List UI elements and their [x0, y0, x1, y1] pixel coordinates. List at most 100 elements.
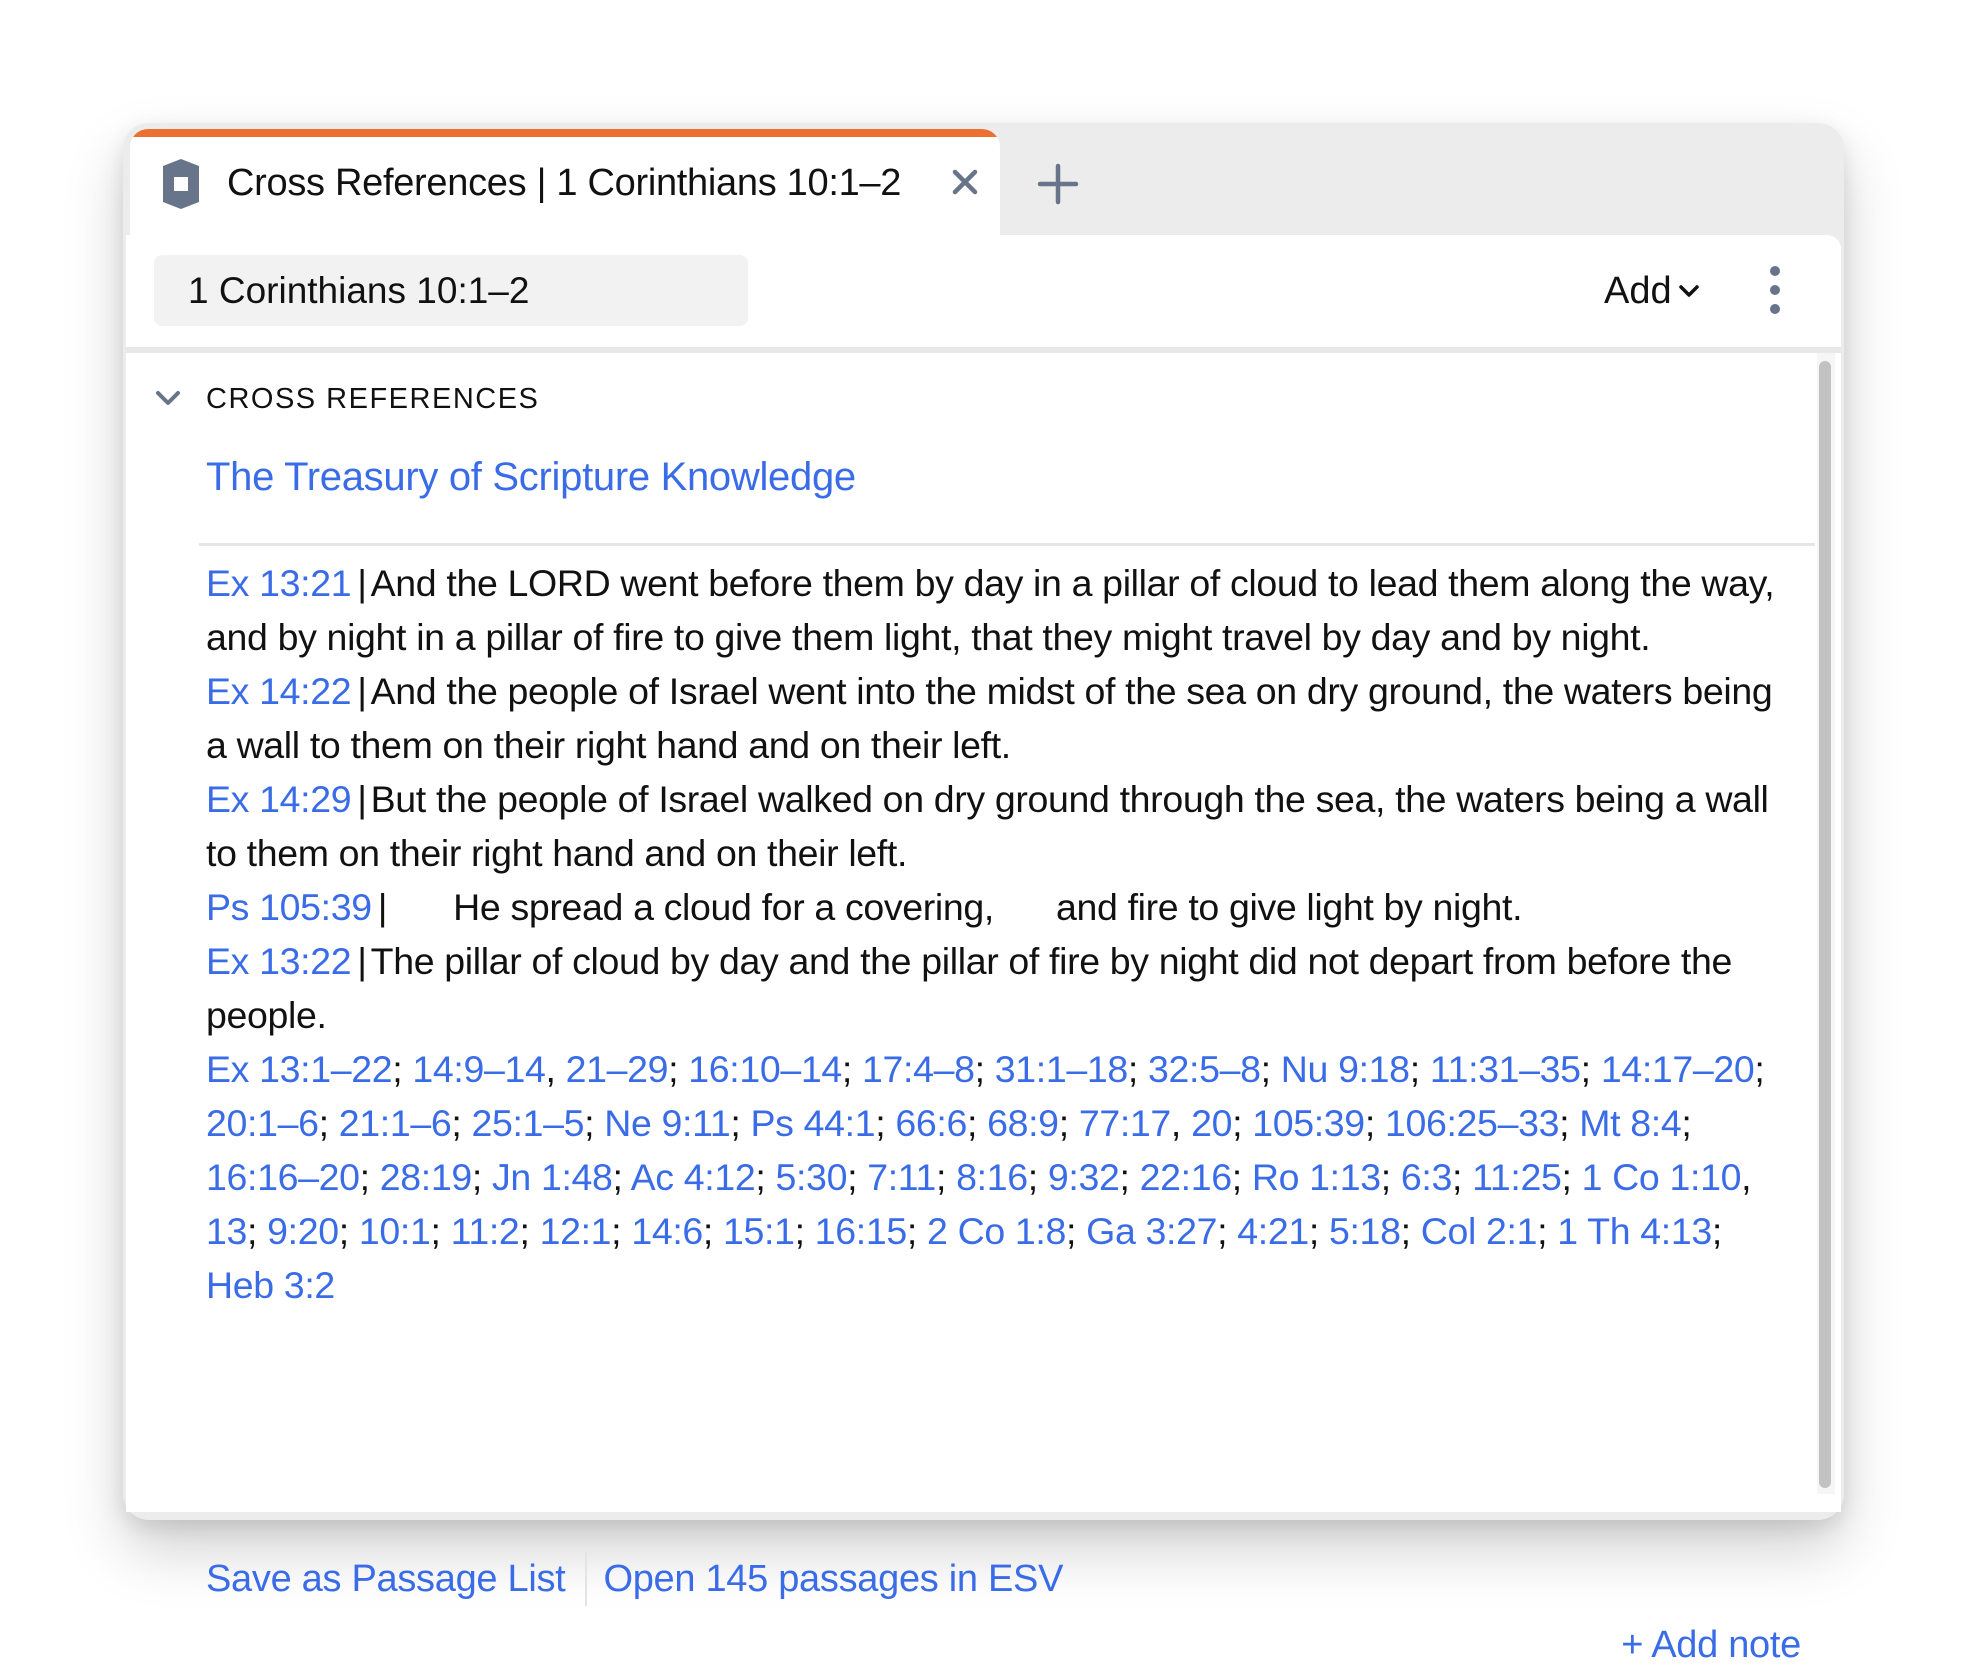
plus-icon[interactable]: [1035, 161, 1081, 207]
reference-link[interactable]: 6:3: [1401, 1156, 1452, 1198]
verse-entry: Ex 13:21 | And the LORD went before them b…: [206, 556, 1786, 664]
reference-punctuation: ;: [794, 1210, 815, 1252]
reference-punctuation: ;: [1380, 1156, 1401, 1198]
verse-text: The pillar of cloud by day and the pilla…: [206, 940, 1732, 1036]
reference-link[interactable]: 11:25: [1472, 1156, 1562, 1198]
reference-link[interactable]: 13: [206, 1210, 247, 1252]
resource-hexagon-icon: [163, 159, 199, 209]
reference-link[interactable]: 15:1: [723, 1210, 795, 1252]
reference-link[interactable]: 5:18: [1329, 1210, 1401, 1252]
reference-link[interactable]: 9:32: [1048, 1156, 1120, 1198]
reference-link[interactable]: 32:5–8: [1148, 1048, 1261, 1090]
reference-link[interactable]: 12:1: [540, 1210, 612, 1252]
reference-link[interactable]: 7:11: [867, 1156, 936, 1198]
reference-link[interactable]: Ne 9:11: [604, 1102, 730, 1144]
separator-bar: |: [357, 940, 367, 982]
reference-link[interactable]: 14:9–14: [412, 1048, 545, 1090]
verse-entry: Ex 14:29 | But the people of Israel walked…: [206, 772, 1786, 880]
reference-link[interactable]: 68:9: [987, 1102, 1059, 1144]
reference-link[interactable]: 10:1: [359, 1210, 431, 1252]
reference-punctuation: ;: [1409, 1048, 1430, 1090]
scrollbar-thumb[interactable]: [1819, 361, 1831, 1488]
reference-punctuation: ;: [584, 1102, 605, 1144]
reference-punctuation: ;: [612, 1156, 631, 1198]
reference-link[interactable]: 22:16: [1140, 1156, 1232, 1198]
add-button[interactable]: Add: [1604, 263, 1700, 319]
add-note-link[interactable]: + Add note: [1621, 1617, 1801, 1673]
reference-link[interactable]: 77:17: [1079, 1102, 1171, 1144]
reference-link[interactable]: Ga 3:27: [1086, 1210, 1217, 1252]
reference-link[interactable]: Ex 13:1–22: [206, 1048, 393, 1090]
reference-punctuation: ;: [1260, 1048, 1281, 1090]
reference-link[interactable]: 21:1–6: [339, 1102, 452, 1144]
verse-ref-link[interactable]: Ex 13:21: [206, 562, 352, 604]
reference-link[interactable]: 14:17–20: [1601, 1048, 1755, 1090]
close-icon[interactable]: [942, 159, 988, 205]
reference-punctuation: ;: [841, 1048, 863, 1090]
reference-link[interactable]: 4:21: [1237, 1210, 1309, 1252]
reference-link[interactable]: Ps 44:1: [751, 1102, 876, 1144]
reference-link[interactable]: 2 Co 1:8: [927, 1210, 1066, 1252]
verse-ref-link[interactable]: Ex 13:22: [206, 940, 352, 982]
chevron-down-icon: [1678, 285, 1699, 297]
reference-link[interactable]: Ro 1:13: [1252, 1156, 1381, 1198]
reference-link[interactable]: 66:6: [895, 1102, 967, 1144]
reference-input[interactable]: [154, 255, 748, 326]
actions-row: Save as Passage List Open 145 passages i…: [206, 1551, 1063, 1607]
reference-link[interactable]: 16:16–20: [206, 1156, 360, 1198]
chevron-down-icon[interactable]: [154, 389, 182, 409]
reference-link[interactable]: 8:16: [956, 1156, 1028, 1198]
reference-punctuation: ;: [1561, 1156, 1582, 1198]
reference-list: Ex 13:1–22; 14:9–14, 21–29; 16:10–14; 17…: [206, 1042, 1786, 1312]
reference-link[interactable]: 20:1–6: [206, 1102, 319, 1144]
reference-link[interactable]: 28:19: [380, 1156, 472, 1198]
reference-link[interactable]: 20: [1191, 1102, 1232, 1144]
reference-link[interactable]: 1 Co 1:10: [1582, 1156, 1742, 1198]
reference-link[interactable]: 17:4–8: [862, 1048, 975, 1090]
reference-punctuation: ;: [338, 1210, 359, 1252]
reference-link[interactable]: 16:10–14: [688, 1048, 842, 1090]
reference-punctuation: ,: [1741, 1156, 1752, 1198]
reference-punctuation: ;: [702, 1210, 724, 1252]
reference-link[interactable]: 5:30: [775, 1156, 847, 1198]
reference-punctuation: ;: [1681, 1102, 1692, 1144]
reference-punctuation: ;: [1580, 1048, 1601, 1090]
reference-punctuation: ;: [247, 1210, 268, 1252]
reference-punctuation: ,: [1170, 1102, 1192, 1144]
reference-link[interactable]: Col 2:1: [1421, 1210, 1538, 1252]
save-passage-list-link[interactable]: Save as Passage List: [206, 1551, 566, 1607]
reference-link[interactable]: 14:6: [631, 1210, 703, 1252]
reference-link[interactable]: 31:1–18: [995, 1048, 1128, 1090]
source-link[interactable]: The Treasury of Scripture Knowledge: [206, 449, 856, 505]
reference-link[interactable]: Jn 1:48: [492, 1156, 613, 1198]
reference-link[interactable]: Nu 9:18: [1281, 1048, 1410, 1090]
reference-link[interactable]: Ac 4:12: [631, 1156, 756, 1198]
verse-text: And the LORD went before them by day in …: [206, 562, 1775, 658]
reference-link[interactable]: 25:1–5: [472, 1102, 585, 1144]
verse-ref-link[interactable]: Ex 14:29: [206, 778, 352, 820]
separator-bar: |: [357, 778, 367, 820]
content-area: CROSS REFERENCES The Treasury of Scriptu…: [126, 353, 1815, 1666]
reference-link[interactable]: 106:25–33: [1385, 1102, 1559, 1144]
reference-punctuation: ;: [392, 1048, 413, 1090]
verse-ref-link[interactable]: Ex 14:22: [206, 670, 352, 712]
reference-punctuation: ,: [545, 1048, 566, 1090]
reference-link[interactable]: Heb 3:2: [206, 1264, 335, 1306]
reference-link[interactable]: 21–29: [566, 1048, 669, 1090]
reference-punctuation: ;: [451, 1102, 472, 1144]
tab-cross-references[interactable]: Cross References | 1 Corinthians 10:1–2: [130, 129, 1000, 241]
separator-bar: |: [377, 886, 388, 928]
reference-link[interactable]: 9:20: [267, 1210, 339, 1252]
open-passages-link[interactable]: Open 145 passages in ESV: [603, 1551, 1063, 1607]
reference-link[interactable]: 11:31–35: [1430, 1048, 1581, 1090]
reference-punctuation: ;: [1754, 1048, 1765, 1090]
cross-reference-body: Ex 13:21 | And the LORD went before them b…: [206, 556, 1786, 1312]
reference-link[interactable]: 16:15: [815, 1210, 907, 1252]
tab-title: Cross References | 1 Corinthians 10:1–2: [227, 162, 902, 204]
reference-link[interactable]: 11:2: [451, 1210, 520, 1252]
reference-link[interactable]: 105:39: [1252, 1102, 1365, 1144]
reference-link[interactable]: 1 Th 4:13: [1557, 1210, 1712, 1252]
verse-ref-link[interactable]: Ps 105:39: [206, 886, 372, 928]
kebab-menu-icon[interactable]: [1762, 265, 1788, 315]
reference-link[interactable]: Mt 8:4: [1579, 1102, 1681, 1144]
